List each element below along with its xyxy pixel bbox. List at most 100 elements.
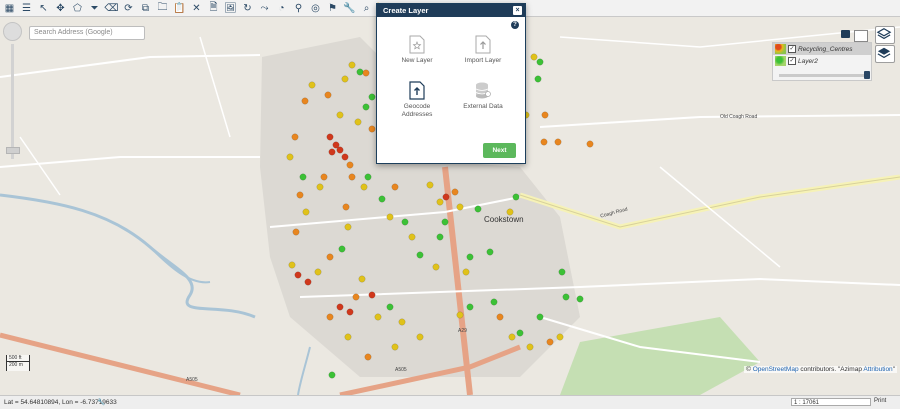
wrench-icon[interactable]: 🔧 [342,1,357,16]
map-point-marker[interactable] [466,303,474,311]
map-point-marker[interactable] [362,103,370,111]
layer-checkbox[interactable]: ✓ [788,45,796,53]
map-point-marker[interactable] [541,111,549,119]
search-address-input[interactable]: Search Address (Google) [29,26,145,40]
layers-toggle-button[interactable] [875,26,895,44]
map-point-marker[interactable] [326,133,334,141]
map-point-marker[interactable] [299,173,307,181]
map-point-marker[interactable] [348,61,356,69]
map-point-marker[interactable] [368,291,376,299]
map-point-marker[interactable] [442,193,450,201]
clipboard-icon[interactable]: 📋 [172,1,187,16]
map-point-marker[interactable] [374,313,382,321]
map-point-marker[interactable] [336,111,344,119]
map-point-marker[interactable] [426,181,434,189]
layer-row[interactable]: ✓ Recycling_Centres [773,43,871,55]
map-point-marker[interactable] [341,153,349,161]
map-point-marker[interactable] [352,293,360,301]
map-point-marker[interactable] [301,97,309,105]
rotate-icon[interactable]: ↻ [240,1,255,16]
new-layer-option[interactable]: New Layer [395,35,439,65]
map-point-marker[interactable] [441,218,449,226]
map-point-marker[interactable] [586,140,594,148]
import-layer-option[interactable]: Import Layer [461,35,505,65]
map-point-marker[interactable] [326,313,334,321]
map-point-marker[interactable] [456,203,464,211]
move-icon[interactable]: ✥ [53,1,68,16]
layer-checkbox[interactable]: ✓ [788,57,796,65]
close-icon[interactable]: × [513,6,522,15]
layers-icon[interactable]: ☰ [19,1,34,16]
map-point-marker[interactable] [486,248,494,256]
map-point-marker[interactable] [456,311,464,319]
map-icon[interactable]: ▦ [2,1,17,16]
map-point-marker[interactable] [302,208,310,216]
map-point-marker[interactable] [336,303,344,311]
map-point-marker[interactable] [320,173,328,181]
map-point-marker[interactable] [294,271,302,279]
map-point-marker[interactable] [526,343,534,351]
map-point-marker[interactable] [490,298,498,306]
geocode-addresses-option[interactable]: Geocode Addresses [395,81,439,119]
map-point-marker[interactable] [391,183,399,191]
map-point-marker[interactable] [326,253,334,261]
folder-icon[interactable]: 🗀 [155,1,170,16]
map-point-marker[interactable] [451,188,459,196]
zoom-slider-handle[interactable] [5,147,20,154]
map-point-marker[interactable] [362,69,370,77]
refresh-icon[interactable]: ⟳ [121,1,136,16]
marker-icon[interactable]: ⚑ [325,1,340,16]
map-point-marker[interactable] [556,333,564,341]
user-search-icon[interactable]: ⚲ [291,1,306,16]
map-point-marker[interactable] [346,161,354,169]
compass-icon[interactable]: ◎ [308,1,323,16]
map-point-marker[interactable] [346,308,354,316]
map-point-marker[interactable] [324,91,332,99]
map-point-marker[interactable] [342,203,350,211]
external-data-option[interactable]: External Data [461,81,505,111]
map-point-marker[interactable] [474,205,482,213]
basemap-button[interactable] [875,45,895,63]
map-point-marker[interactable] [292,228,300,236]
map-point-marker[interactable] [462,268,470,276]
map-point-marker[interactable] [341,75,349,83]
map-point-marker[interactable] [291,133,299,141]
opacity-slider-handle[interactable] [864,71,870,79]
map-point-marker[interactable] [344,223,352,231]
map-point-marker[interactable] [398,318,406,326]
attribution-link[interactable]: Attribution [863,366,892,373]
layer-style-icon[interactable] [854,30,868,42]
map-point-marker[interactable] [316,183,324,191]
image-icon[interactable]: 🖼 [223,1,238,16]
map-point-marker[interactable] [540,138,548,146]
map-point-marker[interactable] [496,313,504,321]
map-point-marker[interactable] [436,233,444,241]
map-point-marker[interactable] [386,213,394,221]
map-point-marker[interactable] [562,293,570,301]
map-point-marker[interactable] [558,268,566,276]
map-point-marker[interactable] [416,251,424,259]
map-point-marker[interactable] [466,253,474,261]
map-point-marker[interactable] [354,118,362,126]
map-point-marker[interactable] [416,333,424,341]
map-point-marker[interactable] [530,53,538,61]
zoom-slider[interactable] [5,44,20,159]
scale-input[interactable]: 1 : 17061 [791,398,871,406]
chart-icon[interactable]: ◔ [274,1,289,16]
map-point-marker[interactable] [288,261,296,269]
wrench-icon[interactable]: 🔧 [97,398,105,406]
filter-icon[interactable]: ⏷ [87,1,102,16]
map-point-marker[interactable] [534,75,542,83]
document-icon[interactable]: 🗎 [206,1,221,16]
map-point-marker[interactable] [308,81,316,89]
help-icon[interactable]: ? [511,21,519,29]
layer-row[interactable]: ✓ Layer2 [773,55,871,67]
close-icon[interactable]: ✕ [189,1,204,16]
map-point-marker[interactable] [432,263,440,271]
search-zoom-icon[interactable]: ⌕ [359,1,374,16]
pan-control[interactable] [3,22,22,41]
map-point-marker[interactable] [436,198,444,206]
map-point-marker[interactable] [360,183,368,191]
next-button[interactable]: Next [483,143,516,158]
map-point-marker[interactable] [356,68,364,76]
